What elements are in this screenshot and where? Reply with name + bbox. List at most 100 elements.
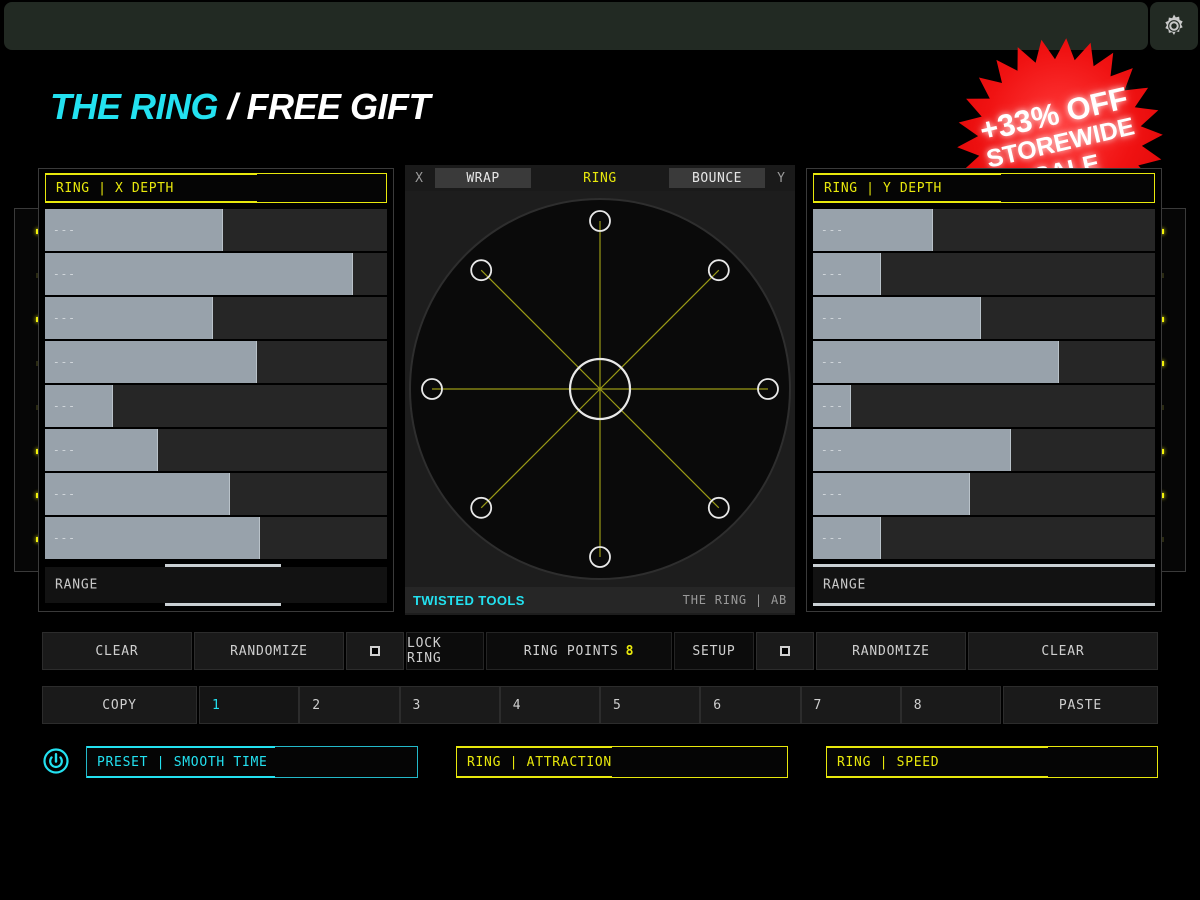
paste-button[interactable]: PASTE bbox=[1003, 686, 1158, 724]
y-depth-header-fill-bottom bbox=[814, 201, 1001, 203]
preset-slot-toolbar: COPY 12345678 PASTE bbox=[42, 686, 1158, 724]
mode-bounce-button[interactable]: BOUNCE bbox=[669, 168, 765, 188]
depth-slider[interactable]: --- bbox=[813, 473, 1155, 517]
page-title-accent: THE RING bbox=[50, 86, 219, 127]
depth-slider-fill bbox=[45, 517, 261, 559]
depth-slider[interactable]: --- bbox=[45, 341, 387, 385]
x-depth-header-fill-bottom bbox=[46, 201, 257, 203]
y-depth-range[interactable]: RANGE bbox=[813, 564, 1155, 606]
y-square-toggle-button[interactable] bbox=[756, 632, 814, 670]
depth-slider-fill bbox=[45, 341, 258, 383]
promo-line-1: +33% OFF bbox=[976, 79, 1132, 148]
ring-graphic bbox=[409, 198, 791, 580]
preset-slot-7[interactable]: 7 bbox=[800, 686, 901, 724]
settings-button[interactable] bbox=[1150, 2, 1198, 50]
depth-slider[interactable]: --- bbox=[45, 253, 387, 297]
mode-ring-button[interactable]: RING bbox=[531, 171, 669, 186]
depth-slider[interactable]: --- bbox=[45, 473, 387, 517]
depth-slider-fill bbox=[813, 341, 1060, 383]
depth-slider[interactable]: --- bbox=[813, 385, 1155, 429]
preset-name-label: THE RING | AB bbox=[682, 593, 787, 607]
x-depth-header-fill-top bbox=[46, 173, 257, 175]
x-range-label: RANGE bbox=[55, 577, 99, 593]
axis-y-label: Y bbox=[777, 170, 785, 186]
speed-fill-top bbox=[827, 746, 1049, 748]
ring-speed-slider[interactable]: RING | SPEED bbox=[826, 746, 1158, 778]
smooth-time-label: PRESET | SMOOTH TIME bbox=[97, 754, 268, 770]
axis-x-label: X bbox=[415, 170, 423, 186]
ring-canvas[interactable] bbox=[405, 191, 795, 587]
clear-left-button[interactable]: CLEAR bbox=[42, 632, 192, 670]
depth-slider[interactable]: --- bbox=[45, 209, 387, 253]
window-titlebar bbox=[4, 2, 1148, 50]
smooth-time-fill-top bbox=[87, 746, 276, 748]
preset-smooth-time-slider[interactable]: PRESET | SMOOTH TIME bbox=[86, 746, 418, 778]
depth-slider[interactable]: --- bbox=[45, 517, 387, 561]
ring-mode-header: X WRAP RING BOUNCE Y bbox=[405, 165, 795, 191]
ring-visualizer-panel: X WRAP RING BOUNCE Y TWISTED TOOLS THE R… bbox=[405, 165, 795, 615]
x-depth-header-label: RING | X DEPTH bbox=[56, 180, 174, 196]
depth-slider-value: --- bbox=[821, 355, 844, 369]
ring-attraction-slider[interactable]: RING | ATTRACTION bbox=[456, 746, 788, 778]
preset-slot-5[interactable]: 5 bbox=[600, 686, 701, 724]
x-range-top-bracket bbox=[164, 564, 281, 567]
depth-slider-value: --- bbox=[821, 223, 844, 237]
lock-ring-button[interactable]: LOCK RING bbox=[406, 632, 484, 670]
randomize-right-button[interactable]: RANDOMIZE bbox=[816, 632, 966, 670]
depth-slider[interactable]: --- bbox=[45, 297, 387, 341]
randomize-left-button[interactable]: RANDOMIZE bbox=[194, 632, 344, 670]
depth-slider[interactable]: --- bbox=[813, 517, 1155, 561]
depth-slider-fill bbox=[45, 253, 353, 295]
attraction-label: RING | ATTRACTION bbox=[467, 754, 612, 770]
mode-wrap-button[interactable]: WRAP bbox=[435, 168, 531, 188]
depth-slider[interactable]: --- bbox=[813, 429, 1155, 473]
depth-slider[interactable]: --- bbox=[813, 341, 1155, 385]
preset-slot-8[interactable]: 8 bbox=[900, 686, 1001, 724]
power-icon bbox=[43, 748, 69, 774]
depth-slider[interactable]: --- bbox=[813, 253, 1155, 297]
preset-slot-4[interactable]: 4 bbox=[499, 686, 600, 724]
ring-footer: TWISTED TOOLS THE RING | AB bbox=[405, 587, 795, 613]
ring-points-label: RING POINTS bbox=[523, 643, 619, 659]
speed-label: RING | SPEED bbox=[837, 754, 940, 770]
square-icon bbox=[370, 646, 380, 656]
gear-icon bbox=[1165, 14, 1183, 35]
depth-slider[interactable]: --- bbox=[813, 209, 1155, 253]
y-depth-header-fill-top bbox=[814, 173, 1001, 175]
x-range-bottom-bracket bbox=[164, 603, 281, 606]
depth-slider-value: --- bbox=[53, 223, 76, 237]
ring-points-button[interactable]: RING POINTS 8 bbox=[486, 632, 672, 670]
depth-slider-value: --- bbox=[821, 399, 844, 413]
preset-slot-2[interactable]: 2 bbox=[299, 686, 400, 724]
preset-slots: 12345678 bbox=[199, 686, 1001, 724]
clear-right-button[interactable]: CLEAR bbox=[968, 632, 1158, 670]
x-depth-slider-list: --- --- --- --- --- --- --- --- bbox=[45, 209, 387, 561]
depth-slider-value: --- bbox=[53, 267, 76, 281]
depth-slider-value: --- bbox=[821, 487, 844, 501]
y-depth-header-label: RING | Y DEPTH bbox=[824, 180, 942, 196]
preset-slot-1[interactable]: 1 bbox=[199, 686, 300, 724]
x-depth-range[interactable]: RANGE bbox=[45, 564, 387, 606]
square-icon bbox=[780, 646, 790, 656]
depth-slider[interactable]: --- bbox=[813, 297, 1155, 341]
power-button[interactable] bbox=[41, 746, 71, 776]
depth-slider[interactable]: --- bbox=[45, 429, 387, 473]
depth-slider-value: --- bbox=[53, 487, 76, 501]
preset-slot-6[interactable]: 6 bbox=[700, 686, 801, 724]
y-range-label: RANGE bbox=[823, 577, 867, 593]
attraction-fill-top bbox=[457, 746, 613, 748]
preset-slot-3[interactable]: 3 bbox=[399, 686, 500, 724]
x-depth-header[interactable]: RING | X DEPTH bbox=[45, 173, 387, 203]
x-square-toggle-button[interactable] bbox=[346, 632, 404, 670]
depth-slider-value: --- bbox=[821, 267, 844, 281]
depth-slider-value: --- bbox=[821, 531, 844, 545]
y-depth-header[interactable]: RING | Y DEPTH bbox=[813, 173, 1155, 203]
y-depth-slider-list: --- --- --- --- --- --- --- --- bbox=[813, 209, 1155, 561]
y-depth-panel: RING | Y DEPTH --- --- --- --- --- --- --- --- … bbox=[806, 168, 1162, 612]
y-range-bottom-bracket bbox=[813, 603, 1155, 606]
plugin-window: THE RING / FREE GIFT +33% OFF STOREWIDE … bbox=[0, 0, 1200, 900]
copy-button[interactable]: COPY bbox=[42, 686, 197, 724]
setup-button[interactable]: SETUP bbox=[674, 632, 754, 670]
depth-slider[interactable]: --- bbox=[45, 385, 387, 429]
page-title-rest: / FREE GIFT bbox=[218, 86, 431, 127]
